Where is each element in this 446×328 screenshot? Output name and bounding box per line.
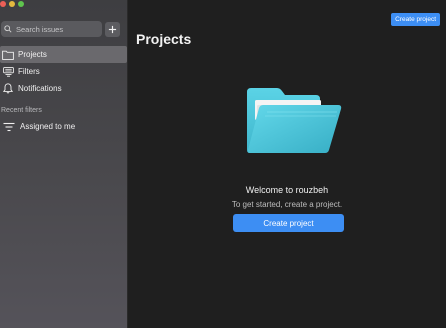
sidebar: Projects Filters — [0, 0, 128, 328]
search-icon — [4, 25, 12, 33]
close-window-button[interactable] — [0, 1, 6, 7]
recent-filters-list: Assigned to me — [0, 118, 127, 135]
folder-illustration-icon — [245, 88, 343, 159]
plus-icon — [108, 25, 117, 33]
search-input[interactable] — [12, 24, 96, 34]
filter-icon — [2, 66, 14, 78]
add-button[interactable] — [105, 21, 120, 37]
minimize-window-button[interactable] — [9, 1, 15, 7]
create-project-button[interactable]: Create project — [233, 214, 344, 232]
sidebar-item-label: Notifications — [18, 84, 62, 93]
filter-lines-icon — [2, 121, 16, 133]
recent-filter-label: Assigned to me — [20, 122, 76, 131]
create-project-top-button[interactable]: Create project — [391, 13, 440, 26]
folder-icon — [2, 49, 14, 61]
recent-filter-assigned-to-me[interactable]: Assigned to me — [0, 118, 127, 135]
bell-icon — [2, 83, 14, 95]
recent-filters-heading: Recent filters — [1, 107, 42, 114]
sidebar-item-label: Projects — [18, 50, 47, 59]
page-title: Projects — [136, 31, 192, 47]
app-window: Projects Filters — [0, 0, 446, 328]
search-box[interactable] — [1, 21, 102, 37]
window-controls — [0, 1, 24, 7]
main-content: Create project Projects Welcome to rouzb… — [128, 0, 446, 328]
sidebar-item-label: Filters — [18, 67, 40, 76]
search-row — [1, 21, 124, 37]
welcome-subtext: To get started, create a project. — [231, 200, 343, 209]
welcome-heading: Welcome to rouzbeh — [245, 185, 329, 195]
zoom-window-button[interactable] — [18, 1, 24, 7]
sidebar-nav: Projects Filters Notifications — [0, 46, 127, 97]
sidebar-item-filters[interactable]: Filters — [0, 63, 127, 80]
sidebar-item-notifications[interactable]: Notifications — [0, 80, 127, 97]
sidebar-item-projects[interactable]: Projects — [0, 46, 127, 63]
